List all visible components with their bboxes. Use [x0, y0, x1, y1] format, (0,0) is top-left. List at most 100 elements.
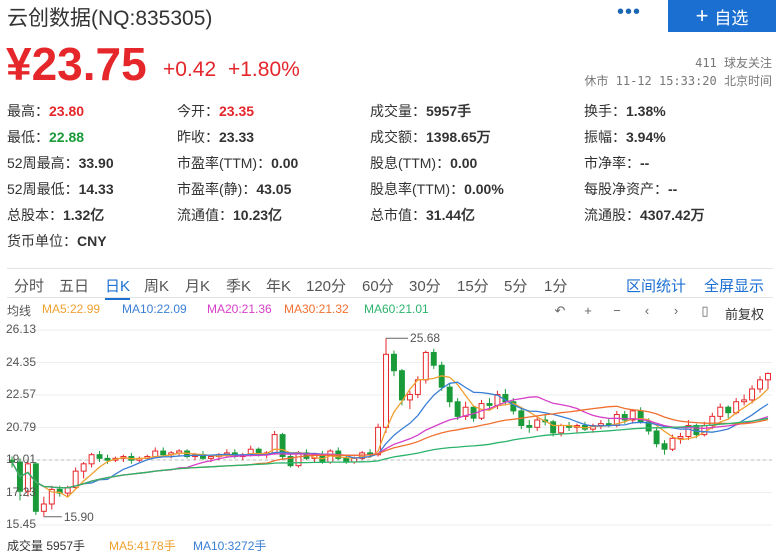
candle-body [653, 430, 660, 445]
candle-body [558, 424, 565, 434]
tab-8[interactable]: 60分 [362, 275, 394, 296]
stat-label: 股息(TTM)： [370, 155, 451, 171]
stat-item: 流通股：4307.42万 [584, 205, 705, 225]
stat-item: 振幅：3.94% [584, 127, 666, 147]
stat-label: 流通股： [584, 207, 640, 223]
stat-item: 最低：22.88 [7, 127, 84, 147]
tab-9[interactable]: 30分 [409, 275, 441, 296]
market-status: 休市 11-12 15:33:20 北京时间 [584, 74, 772, 88]
candle-body [295, 452, 302, 467]
range-stats-link[interactable]: 区间统计 [626, 275, 686, 296]
candle-body [422, 351, 429, 381]
stat-value: 31.44亿 [426, 207, 476, 223]
ma-legend: 均线 MA5:22.99 MA10:22.09 MA20:21.36 MA30:21.3… [7, 302, 776, 318]
tab-10[interactable]: 15分 [457, 275, 489, 296]
stat-label: 最高： [7, 103, 49, 119]
tab-1[interactable]: 五日 [59, 275, 89, 296]
stat-value: 4307.42万 [640, 207, 705, 223]
candle-body [104, 457, 111, 461]
candle-body [550, 421, 557, 434]
low-annotation: 15.90 [64, 510, 94, 524]
lock-icon[interactable]: ▯ [697, 303, 713, 319]
stat-value: 10.23亿 [233, 207, 283, 223]
stat-label: 成交额： [370, 129, 426, 145]
candle-body [765, 372, 771, 381]
stat-label: 昨收： [177, 129, 219, 145]
stat-item: 市净率：-- [584, 153, 649, 173]
stat-value: 3.94% [626, 129, 666, 145]
stat-label: 流通值： [177, 207, 233, 223]
followers-count[interactable]: 411 球友关注 [695, 54, 772, 71]
candle-body [454, 401, 461, 417]
stat-value: -- [640, 155, 650, 171]
candle-body [430, 351, 437, 366]
fullscreen-link[interactable]: 全屏显示 [704, 275, 764, 296]
stat-label: 振幅： [584, 129, 626, 145]
undo-icon[interactable]: ↶ [552, 303, 568, 319]
candle-body [152, 450, 159, 458]
stat-value: 1.32亿 [63, 207, 105, 223]
stat-item: 最高：23.80 [7, 101, 84, 121]
candle-body [88, 454, 95, 465]
zoom-in-icon[interactable]: + [580, 303, 596, 318]
stat-label: 最低： [7, 129, 49, 145]
y-tick-label: 15.45 [6, 517, 37, 531]
stat-label: 总市值： [370, 207, 426, 223]
stat-item: 流通值：10.23亿 [177, 205, 282, 225]
stat-label: 市净率： [584, 155, 640, 171]
change-percent: +1.80% [227, 58, 300, 81]
candle-body [96, 454, 103, 459]
change-amount: +0.42 [163, 58, 217, 81]
stat-item: 52周最低：14.33 [7, 179, 114, 199]
stat-item: 成交额：1398.65万 [370, 127, 491, 147]
candle-body [661, 443, 668, 450]
ma-legend-item: MA10:22.09 [122, 302, 187, 316]
tab-12[interactable]: 1分 [544, 275, 567, 296]
stat-value: 0.00 [450, 155, 478, 171]
tab-3[interactable]: 周K [144, 275, 169, 296]
stat-label: 52周最低： [7, 181, 79, 197]
candle-body [80, 463, 87, 472]
tab-6[interactable]: 年K [266, 275, 291, 296]
stat-label: 股息率(TTM)： [370, 181, 465, 197]
candle-body [406, 393, 413, 401]
volume-legend-item: 成交量 5957手 [7, 539, 86, 553]
candle-body [749, 388, 756, 401]
stat-item: 每股净资产：-- [584, 179, 677, 199]
zoom-out-icon[interactable]: − [609, 303, 625, 318]
stat-value: 0.00% [464, 181, 504, 197]
stat-label: 市盈率(TTM)： [177, 155, 272, 171]
scroll-left-icon[interactable]: ‹ [639, 303, 655, 318]
stat-value: 23.80 [49, 103, 85, 119]
add-watchlist-button[interactable]: + 自选 [668, 0, 776, 32]
stat-item: 今开：23.35 [177, 101, 254, 121]
candle-body [391, 353, 397, 372]
stat-item: 总股本：1.32亿 [7, 205, 104, 225]
kline-svg[interactable]: 25.68 15.90 [0, 320, 776, 535]
tab-0[interactable]: 分时 [14, 275, 44, 296]
stat-value: CNY [77, 233, 107, 249]
tab-7[interactable]: 120分 [306, 275, 346, 296]
stat-label: 成交量： [370, 103, 426, 119]
candle-body [757, 379, 764, 390]
candle-body [279, 434, 286, 458]
stat-value: 5957手 [426, 103, 472, 119]
tab-2[interactable]: 日K [105, 275, 131, 300]
stat-item: 股息率(TTM)：0.00% [370, 179, 504, 199]
volume-legend-item: MA5:4178手 [109, 539, 176, 553]
kline-chart[interactable]: 25.68 15.90 [0, 320, 776, 540]
candle-body [526, 424, 533, 428]
tab-5[interactable]: 季K [226, 275, 251, 296]
stat-item: 总市值：31.44亿 [370, 205, 475, 225]
stat-label: 每股净资产： [584, 181, 668, 197]
more-icon[interactable]: ••• [617, 1, 641, 24]
scroll-right-icon[interactable]: › [668, 303, 684, 318]
stat-label: 52周最高： [7, 155, 79, 171]
stat-value: 33.90 [78, 155, 114, 171]
tab-11[interactable]: 5分 [504, 275, 527, 296]
ma-legend-item: MA60:21.01 [364, 302, 429, 316]
tab-4[interactable]: 月K [185, 275, 210, 296]
stat-item: 市盈率(静)：43.05 [177, 179, 291, 199]
stat-label: 总股本： [7, 207, 63, 223]
stat-value: 23.33 [219, 129, 255, 145]
